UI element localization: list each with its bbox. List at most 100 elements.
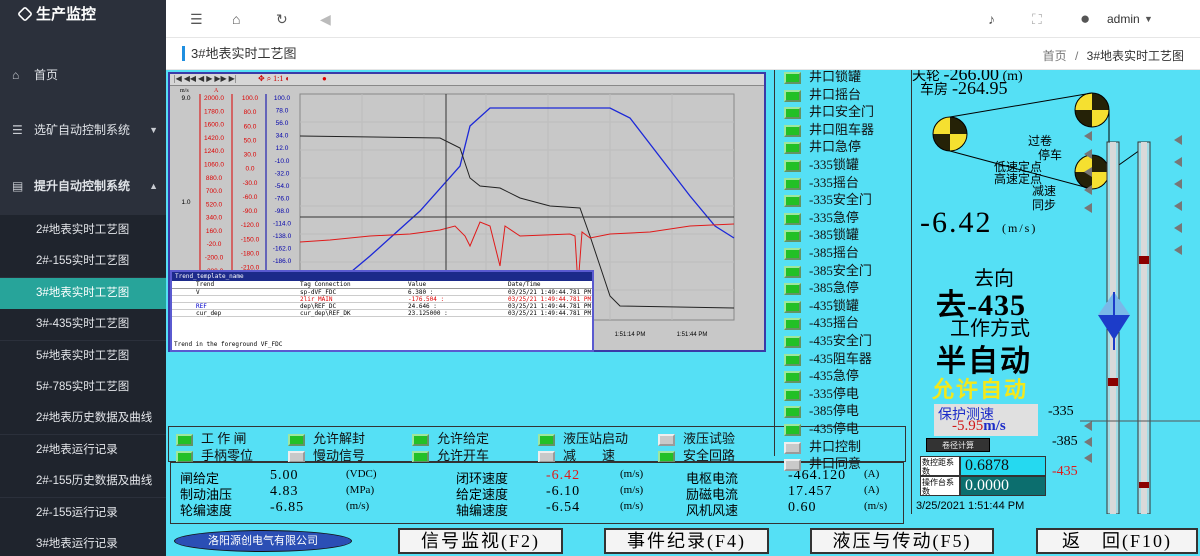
- axis-tick-label: 30.0: [244, 152, 257, 159]
- sidebar-item-4[interactable]: 5#地表实时工艺图: [0, 340, 166, 372]
- trend-table-cell: 03/25/21 1:49:44.781 PM: [508, 303, 592, 310]
- breadcrumb-home[interactable]: 首页: [1043, 49, 1067, 63]
- axis-tick-label: 50.0: [244, 137, 257, 144]
- indicator-lamp-icon: [784, 353, 801, 366]
- trend-table-cell: cur_dep: [196, 310, 222, 317]
- axis-unit: m/s: [180, 88, 189, 94]
- axis-tick-label: 1060.0: [204, 161, 224, 168]
- allow-auto: 允许自动: [932, 377, 1029, 402]
- signal-monitor-button[interactable]: 信号监视(F2): [398, 528, 563, 554]
- sidebar-item-3[interactable]: 3#-435实时工艺图: [0, 309, 166, 341]
- param-unit: (MPa): [346, 484, 375, 496]
- return-button[interactable]: 返 回(F10): [1036, 528, 1198, 554]
- logo-icon: [17, 6, 33, 22]
- param-value: -6.85: [270, 500, 305, 515]
- lamp-row: -385急停: [784, 277, 859, 296]
- param-label: 轴编速度: [456, 503, 509, 518]
- axis-tick-label: 520.0: [206, 201, 223, 208]
- indicator-lamp-icon: [784, 300, 801, 313]
- trend-table-row[interactable]: Vsp-dVF_FDC 6.380 : 03/25/21 1:49:44.781 P…: [172, 289, 592, 296]
- brand: 生产监控: [0, 0, 166, 32]
- coef2-value[interactable]: 0.0000: [960, 476, 1046, 496]
- lamp-label: -385锁罐: [809, 227, 859, 243]
- calc-diameter-button[interactable]: 卷径计算: [926, 438, 990, 452]
- lamp-row: -335锁罐: [784, 154, 859, 173]
- menu-mineral-control[interactable]: ☰ 选矿自动控制系统 ▼: [0, 113, 166, 147]
- sidebar-item-10[interactable]: 3#地表运行记录: [0, 529, 166, 556]
- lamp-label: -385急停: [809, 280, 859, 296]
- param-label: 风机风速: [686, 503, 739, 518]
- indicator-lamp-icon: [784, 318, 801, 331]
- lamp-row: -385锁罐: [784, 224, 859, 243]
- home-icon[interactable]: ⌂: [232, 11, 240, 27]
- skip-back-icon[interactable]: |◀ ◀◀ ◀ ▶ ▶▶ ▶|: [174, 74, 236, 83]
- axis-tick-label: 160.0: [206, 228, 223, 235]
- indicator-lamp-icon: [784, 230, 801, 243]
- indicator-lamp-icon: [784, 441, 801, 454]
- event-log-button[interactable]: 事件纪录(F4): [604, 528, 769, 554]
- sidebar-item-5[interactable]: 5#-785实时工艺图: [0, 372, 166, 403]
- sidebar-item-2[interactable]: 3#地表实时工艺图: [0, 277, 166, 309]
- trend-col-header: Trend: [196, 281, 215, 288]
- trend-table-cell: 03/25/21 1:49:44.781 PM: [508, 310, 592, 317]
- lamp-label: 井口安全门: [809, 104, 875, 120]
- sidebar-item-1[interactable]: 2#-155实时工艺图: [0, 246, 166, 278]
- lamp-row: -435急停: [784, 365, 859, 384]
- trend-table-cell: cur_dep\REF_DK: [300, 310, 351, 317]
- param-unit: (VDC): [346, 468, 377, 480]
- lamp-row: 井口同意: [784, 453, 861, 472]
- trend-window: |◀ ◀◀ ◀ ▶ ▶▶ ▶| ✥ ⌕ 1:1 ◐ ● 9.01.0-9.020…: [168, 72, 766, 352]
- user-name[interactable]: admin: [1107, 12, 1140, 26]
- datetime: 3/25/2021 1:51:44 PM: [916, 500, 1025, 512]
- hoist-speed: -6.42 (m/s): [920, 206, 1038, 239]
- axis-tick-label: 80.0: [244, 109, 257, 116]
- sidebar-item-7[interactable]: 2#地表运行记录: [0, 434, 166, 466]
- tag-icon: ⌂: [12, 68, 20, 82]
- axis-tick-label: 9.0: [181, 95, 190, 102]
- level-label: -385: [1052, 434, 1078, 449]
- param-value: 17.457: [788, 484, 833, 499]
- coef1-value[interactable]: 0.6878: [960, 456, 1046, 476]
- trend-table-row[interactable]: REF dep\REF_DC 24.646 : 03/25/21 1:49:44.78…: [172, 303, 592, 310]
- right-lamps: 井口锁罐 井口摇台 井口安全门 井口阻车器 井口急停 -335锁罐 -335摇台 -335安全…: [784, 70, 904, 472]
- sidebar-item-0[interactable]: 2#地表实时工艺图: [0, 215, 166, 246]
- sidebar-item-6[interactable]: 2#地表历史数据及曲线: [0, 403, 166, 435]
- axis-tick-label: 78.0: [276, 108, 289, 115]
- trend-col-header: Value: [408, 281, 427, 288]
- sidebar-item-8[interactable]: 2#-155历史数据及曲线: [0, 466, 166, 498]
- indicator-lamp-icon: [784, 160, 801, 173]
- trend-table-cell: 03/25/21 1:49:44.781 PM: [508, 296, 592, 303]
- menu-fold-icon[interactable]: ☰: [190, 11, 203, 28]
- level-label: -435: [1052, 464, 1078, 479]
- trend-table-row[interactable]: cur_dep cur_dep\REF_DK 23.125000 : 03/25/21…: [172, 310, 592, 317]
- lamp-label: -385停电: [809, 403, 859, 419]
- bell-icon[interactable]: ♪: [988, 11, 995, 27]
- trend-table-row[interactable]: 2lir_MAIN -176.504 : 03/25/21 1:49:44.781 …: [172, 296, 592, 303]
- refresh-icon[interactable]: ↻: [276, 11, 288, 28]
- caret-down-icon[interactable]: ▼: [1144, 14, 1153, 24]
- sidebar-item-9[interactable]: 2#-155运行记录: [0, 497, 166, 529]
- menu-home[interactable]: ⌂ 首页: [0, 58, 166, 92]
- fullscreen-icon[interactable]: ⛶: [1032, 11, 1042, 28]
- param-unit: (m/s): [864, 500, 888, 512]
- indicator-lamp-icon: [784, 177, 801, 190]
- lamp-label: -385摇台: [809, 245, 859, 260]
- menu-home-label: 首页: [34, 68, 59, 82]
- scada-panel: |◀ ◀◀ ◀ ▶ ▶▶ ▶| ✥ ⌕ 1:1 ◐ ● 9.01.0-9.020…: [166, 70, 1200, 556]
- hoist-panel: 天轮 -266.00 (m) 车房 -264.95 过卷 停车 低速定点 高速定…: [911, 70, 1200, 514]
- lamp-label: 井口锁罐: [809, 70, 862, 84]
- speaker-icon[interactable]: ◀: [320, 11, 331, 28]
- hydraulic-drive-button[interactable]: 液压与传动(F5): [810, 528, 994, 554]
- menu-hoist-control[interactable]: ▤ 提升自动控制系统 ▲: [0, 169, 166, 203]
- lamp-label: -335急停: [809, 209, 859, 225]
- time-tick-label: 1:51:44 PM: [677, 332, 708, 338]
- lamp-row: -385摇台: [784, 242, 859, 261]
- trend-foot: Trend in the foreground VF_FDC: [174, 341, 283, 348]
- indicator-lamp-icon: [784, 424, 801, 437]
- lamp-row: 井口安全门: [784, 101, 874, 120]
- user-avatar-icon[interactable]: ●: [1080, 9, 1090, 29]
- axis-tick-label: 100.0: [242, 95, 259, 102]
- stop-icon[interactable]: ●: [322, 74, 327, 83]
- lamp-label: 允许开车: [437, 448, 490, 463]
- pan-icon[interactable]: ✥ ⌕ 1:1 ◐: [258, 74, 290, 84]
